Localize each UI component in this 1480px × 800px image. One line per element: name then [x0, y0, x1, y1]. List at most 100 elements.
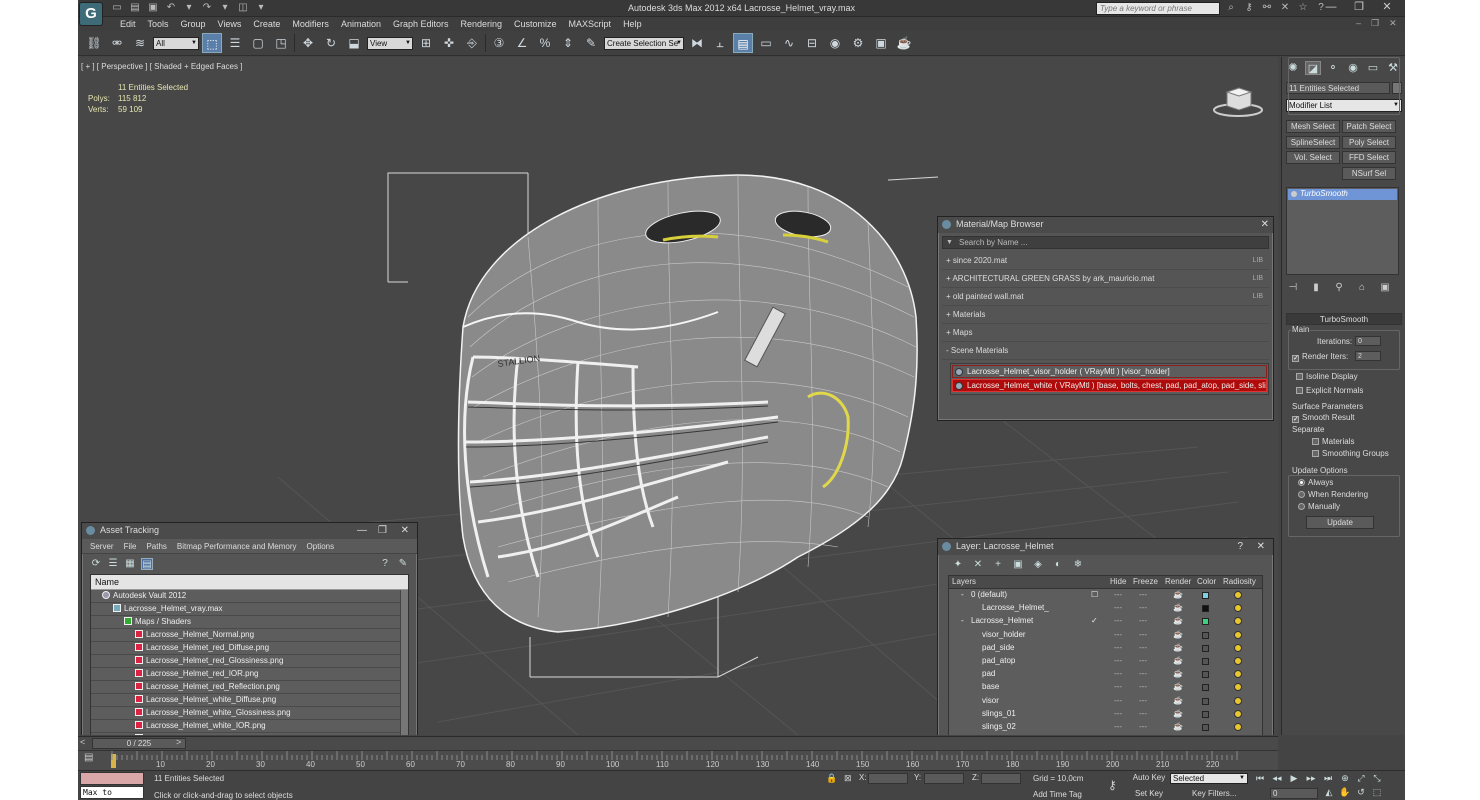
scene-material-item-selected[interactable]: Lacrosse_Helmet_white ( VRayMtl ) [base,… [952, 379, 1267, 392]
layer-color-swatch[interactable] [1202, 644, 1209, 652]
asset-tree-row[interactable]: Lacrosse_Helmet_white_IOR.png [91, 720, 408, 733]
spline-select-button[interactable]: SplineSelect [1286, 136, 1340, 149]
radiosity-icon[interactable] [1234, 604, 1242, 613]
menu-bitmap-performance[interactable]: Bitmap Performance and Memory [177, 542, 297, 551]
network-icon[interactable]: ⚯ [1260, 2, 1274, 14]
viewport-label[interactable]: [ + ] [ Perspective ] [ Shaded + Edged F… [81, 62, 242, 71]
key-icon[interactable]: ⚷ [1242, 2, 1256, 14]
select-objects-in-layer-icon[interactable]: ▣ [1012, 559, 1024, 571]
render-teapot-icon[interactable]: ☕ [1173, 602, 1183, 614]
rendered-frame-window-icon[interactable]: ▣ [871, 33, 891, 53]
menu-server[interactable]: Server [90, 542, 114, 551]
z-coordinate-field[interactable] [981, 773, 1021, 784]
app-logo[interactable]: G [79, 2, 103, 26]
manually-radio[interactable] [1298, 503, 1305, 510]
col-render[interactable]: Render [1165, 576, 1191, 588]
col-color[interactable]: Color [1197, 576, 1216, 588]
pivot-center-icon[interactable]: ⊞ [416, 33, 436, 53]
materials-checkbox[interactable] [1312, 438, 1319, 445]
help-search-input[interactable]: Type a keyword or phrase [1096, 2, 1220, 15]
show-end-result-icon[interactable]: ▮ [1309, 281, 1323, 295]
slider-prev-icon[interactable]: < [80, 737, 85, 747]
close-icon[interactable]: ✕ [1261, 217, 1269, 232]
ffd-select-button[interactable]: FFD Select [1342, 151, 1396, 164]
table-view-icon[interactable]: ▤ [141, 558, 153, 570]
layer-color-swatch[interactable] [1202, 592, 1209, 599]
slider-next-icon[interactable]: > [176, 737, 181, 747]
layer-freeze-toggle[interactable]: --- [1139, 681, 1147, 693]
menu-options[interactable]: Options [307, 542, 335, 551]
smoothing-groups-checkbox[interactable] [1312, 450, 1319, 457]
material-browser-titlebar[interactable]: Material/Map Browser ✕ [938, 217, 1273, 233]
layer-color-swatch[interactable] [1202, 605, 1209, 613]
layer-hide-toggle[interactable]: --- [1114, 721, 1122, 733]
layer-row[interactable]: base --- --- ☕ [949, 681, 1262, 694]
render-setup-icon[interactable]: ⚙ [848, 33, 868, 53]
layer-color-swatch[interactable] [1202, 710, 1209, 718]
always-radio[interactable] [1298, 479, 1305, 486]
layer-freeze-toggle[interactable]: --- [1139, 629, 1147, 641]
layer-current-indicator[interactable]: ✓ [1091, 615, 1098, 627]
current-frame-field[interactable]: 0 [1270, 788, 1318, 799]
group-materials[interactable]: + Materials [942, 306, 1269, 324]
render-teapot-icon[interactable]: ☕ [1173, 655, 1183, 667]
layer-color-swatch[interactable] [1202, 684, 1209, 692]
layer-row[interactable]: slings_02 --- --- ☕ [949, 721, 1262, 734]
edit-named-selection-icon[interactable]: ✎ [581, 33, 601, 53]
layer-hide-toggle[interactable]: --- [1114, 681, 1122, 693]
menu-file[interactable]: File [124, 542, 137, 551]
menu-edit[interactable]: Edit [114, 18, 142, 30]
previous-frame-icon[interactable]: ◂◂ [1271, 772, 1283, 784]
update-when-rendering-row[interactable]: When Rendering [1298, 490, 1368, 499]
bind-space-warp-icon[interactable]: ≋ [130, 33, 150, 53]
layer-manager-icon[interactable]: ▤ [733, 33, 753, 53]
unlink-icon[interactable]: ⚮ [107, 33, 127, 53]
layer-manager-titlebar[interactable]: Layer: Lacrosse_Helmet ? ✕ [938, 539, 1273, 555]
zoom-all-icon[interactable]: ⊕ [1338, 772, 1352, 784]
radiosity-icon[interactable] [1234, 709, 1242, 718]
layer-hide-toggle[interactable]: --- [1114, 655, 1122, 667]
play-icon[interactable]: ▶ [1288, 772, 1300, 784]
asset-tree-row[interactable]: Lacrosse_Helmet_vray.max [91, 603, 408, 616]
select-object-icon[interactable]: ⬚ [202, 33, 222, 53]
radiosity-icon[interactable] [1234, 617, 1242, 626]
named-selection-dropdown[interactable]: Create Selection Se [604, 36, 684, 50]
menu-animation[interactable]: Animation [335, 18, 387, 30]
render-teapot-icon[interactable]: ☕ [1173, 695, 1183, 707]
render-iters-checkbox[interactable]: ✓ [1292, 355, 1299, 362]
spinner-snap-icon[interactable]: ⇕ [558, 33, 578, 53]
layer-hide-toggle[interactable]: --- [1114, 589, 1122, 601]
mini-curve-editor-icon[interactable]: ▤ [84, 752, 93, 763]
stack-item-turbosmooth[interactable]: TurboSmooth [1288, 189, 1397, 200]
refresh-icon[interactable]: ⟳ [90, 558, 102, 570]
freeze-all-layers-icon[interactable]: ❄ [1072, 559, 1084, 571]
layer-row[interactable]: pad_atop --- --- ☕ [949, 655, 1262, 668]
render-teapot-icon[interactable]: ☕ [1173, 681, 1183, 693]
render-teapot-icon[interactable]: ☕ [1173, 721, 1183, 733]
asset-tree-row[interactable]: Lacrosse_Helmet_red_Reflection.png [91, 681, 408, 694]
hide-all-layers-icon[interactable]: ◐ [1052, 559, 1064, 571]
asset-tracking-titlebar[interactable]: Asset Tracking — ❐ ✕ [82, 523, 417, 539]
highlight-selected-layer-icon[interactable]: ◈ [1032, 559, 1044, 571]
smooth-result-checkbox[interactable]: ✓ [1292, 416, 1299, 423]
auto-key-button[interactable]: Auto Key [1131, 772, 1167, 785]
close-icon[interactable]: ✕ [1257, 539, 1265, 554]
binoculars-icon[interactable]: ⌕ [1224, 2, 1238, 14]
library-item[interactable]: + ARCHITECTURAL GREEN GRASS by ark_mauri… [942, 270, 1269, 288]
key-mode-dropdown[interactable]: Selected [1170, 773, 1248, 784]
layer-freeze-toggle[interactable]: --- [1139, 721, 1147, 733]
separate-smoothing-row[interactable]: Smoothing Groups [1312, 449, 1389, 458]
remove-modifier-icon[interactable]: ⌂ [1355, 281, 1369, 295]
thumbnail-view-icon[interactable]: ▦ [124, 558, 136, 570]
add-to-layer-icon[interactable]: + [992, 559, 1004, 571]
x-coordinate-field[interactable] [868, 773, 908, 784]
doc-close-icon[interactable]: ✕ [1389, 18, 1397, 29]
selection-filter-dropdown[interactable]: All [153, 36, 199, 50]
minimize-icon[interactable]: — [1322, 1, 1340, 15]
viewcube[interactable] [1213, 80, 1263, 118]
asset-tree-row[interactable]: Autodesk Vault 2012 [91, 590, 408, 603]
exchange-icon[interactable]: ✕ [1278, 2, 1292, 14]
menu-views[interactable]: Views [212, 18, 248, 30]
layer-expander[interactable]: - [961, 589, 964, 601]
patch-select-button[interactable]: Patch Select [1342, 120, 1396, 133]
